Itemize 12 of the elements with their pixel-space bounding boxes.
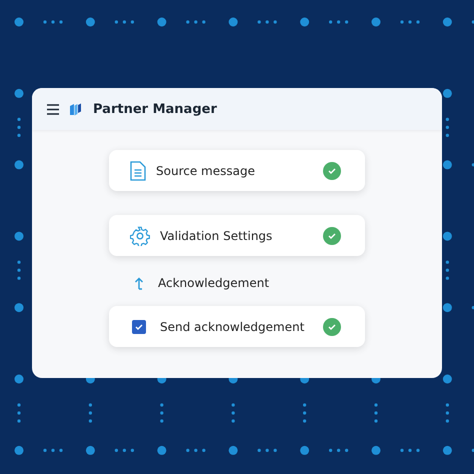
section-label: Acknowledgement <box>158 276 270 290</box>
logo-icon <box>69 102 82 116</box>
step-label: Send acknowledgement <box>160 320 306 334</box>
window-title: Partner Manager <box>93 102 217 116</box>
checkbox[interactable] <box>132 320 146 334</box>
checkmark-icon <box>134 322 144 332</box>
document-icon <box>130 160 146 180</box>
step-label: Validation Settings <box>160 228 274 242</box>
arrow-up-icon <box>134 276 144 290</box>
menu-icon[interactable] <box>47 104 59 114</box>
gear-icon <box>130 226 150 246</box>
step-label: Source message <box>156 164 256 178</box>
